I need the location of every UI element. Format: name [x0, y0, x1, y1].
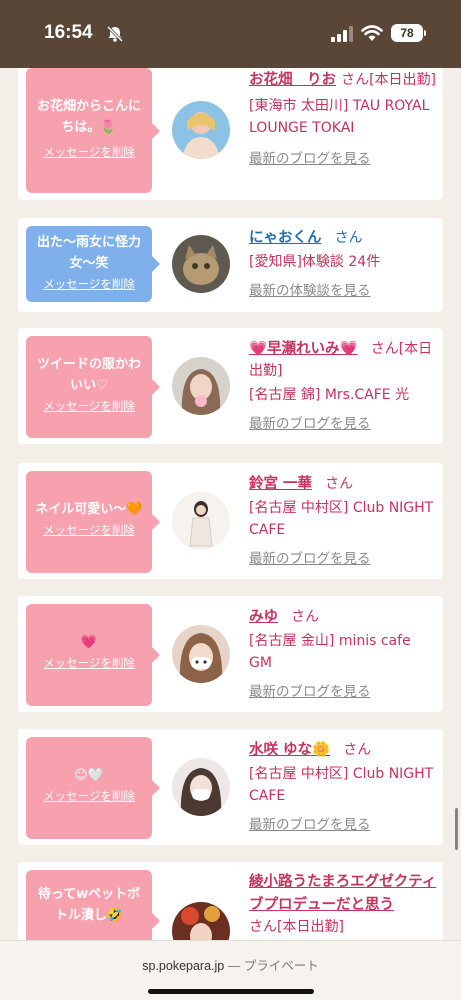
message-bubble: お花畑からこんにちは。🌷 メッセージを削除 — [26, 68, 160, 193]
scrollbar[interactable] — [455, 808, 458, 850]
honorific: さん — [370, 341, 399, 357]
honorific: さん — [341, 72, 370, 88]
profile-name-link[interactable]: 💗早瀬れいみ💗 — [249, 341, 358, 357]
review-count: [愛知県]体験談 24件 — [249, 254, 381, 270]
profile-name-link[interactable]: 水咲 ゆな🌼 — [249, 742, 330, 758]
message-text: 出た〜雨女に怪力女〜笑 — [36, 235, 141, 271]
attendance-tag: [本日出勤] — [369, 72, 437, 88]
delete-message-link[interactable]: メッセージを削除 — [26, 276, 152, 292]
message-text: ツイードの服かわいい♡ — [36, 357, 141, 393]
attendance-tag: [本日出勤] — [277, 919, 344, 935]
message-text: ☺🤍 — [74, 768, 104, 783]
wifi-icon — [361, 25, 383, 41]
home-indicator[interactable] — [148, 989, 314, 994]
delete-message-link[interactable]: メッセージを削除 — [26, 655, 152, 671]
list-item: ツイードの服かわいい♡ メッセージを削除 💗早瀬れいみ💗 さん[本日出勤] [名… — [18, 328, 443, 444]
delete-message-link[interactable]: メッセージを削除 — [26, 144, 152, 160]
url-display[interactable]: sp.pokepara.jp — プライベート — [0, 955, 461, 974]
message-text: 待ってwペットボトル潰し🤣 — [37, 887, 141, 923]
avatar[interactable] — [172, 492, 230, 550]
shop-name: [名古屋 中村区] Club NIGHT CAFE — [249, 766, 434, 804]
message-text: ネイル可愛い〜🧡 — [35, 502, 143, 517]
profile-name-link[interactable]: 鈴宮 一華 — [249, 476, 312, 492]
latest-blog-link[interactable]: 最新のブログを見る — [249, 412, 437, 432]
signal-icon — [331, 26, 353, 42]
avatar[interactable] — [172, 235, 230, 293]
profile-info: 綾小路うたまろエグゼクティブプロデューだと思う さん[本日出勤] — [249, 870, 437, 938]
message-bubble: ツイードの服かわいい♡ メッセージを削除 — [26, 336, 160, 438]
profile-info: お花畑 りお さん[本日出勤] [東海市 太田川] TAU ROYAL LOUN… — [249, 68, 437, 167]
url-separator: — — [227, 959, 241, 973]
latest-review-link[interactable]: 最新の体験談を見る — [249, 279, 437, 299]
profile-name-link[interactable]: にゃおくん — [249, 230, 322, 246]
private-mode-label: プライベート — [243, 959, 319, 973]
latest-blog-link[interactable]: 最新のブログを見る — [249, 547, 437, 567]
honorific: さん — [249, 919, 277, 935]
avatar[interactable] — [172, 101, 230, 159]
delete-message-link[interactable]: メッセージを削除 — [26, 398, 152, 414]
bell-muted-icon — [106, 25, 124, 43]
profile-info: にゃおくん さん [愛知県]体験談 24件 最新の体験談を見る — [249, 226, 437, 299]
browser-url-bar[interactable]: sp.pokepara.jp — プライベート — [0, 940, 461, 1000]
message-text: お花畑からこんにちは。🌷 — [36, 99, 141, 135]
honorific: さん — [291, 609, 320, 625]
profile-name-link[interactable]: お花畑 りお — [249, 72, 336, 88]
profile-info: 💗早瀬れいみ💗 さん[本日出勤] [名古屋 錦] Mrs.CAFE 光 最新のブ… — [249, 337, 437, 432]
message-bubble: 出た〜雨女に怪力女〜笑 メッセージを削除 — [26, 226, 160, 302]
shop-name: [東海市 太田川] TAU ROYAL LOUNGE TOKAI — [249, 98, 430, 136]
honorific: さん — [343, 742, 372, 758]
latest-blog-link[interactable]: 最新のブログを見る — [249, 680, 437, 700]
list-item: ネイル可愛い〜🧡 メッセージを削除 鈴宮 一華 さん [名古屋 中村区] Clu… — [18, 463, 443, 579]
avatar[interactable] — [172, 357, 230, 415]
profile-info: みゆ さん [名古屋 金山] minis cafe GM 最新のブログを見る — [249, 605, 437, 700]
avatar[interactable] — [172, 758, 230, 816]
message-bubble: 💗 メッセージを削除 — [26, 604, 160, 706]
delete-message-link[interactable]: メッセージを削除 — [26, 788, 152, 804]
shop-name: [名古屋 錦] Mrs.CAFE 光 — [249, 387, 410, 403]
list-item: お花畑からこんにちは。🌷 メッセージを削除 お花畑 りお さん[本日出勤] [東… — [18, 54, 443, 200]
honorific: さん — [325, 476, 354, 492]
honorific: さん — [334, 230, 363, 246]
profile-name-link[interactable]: 綾小路うたまろエグゼクティブプロデューだと思う — [249, 874, 436, 913]
profile-info: 鈴宮 一華 さん [名古屋 中村区] Club NIGHT CAFE 最新のブロ… — [249, 472, 437, 567]
latest-blog-link[interactable]: 最新のブログを見る — [249, 813, 437, 833]
shop-name: [名古屋 中村区] Club NIGHT CAFE — [249, 500, 434, 538]
list-item: ☺🤍 メッセージを削除 水咲 ゆな🌼 さん [名古屋 中村区] Club NIG… — [18, 729, 443, 845]
message-bubble: ☺🤍 メッセージを削除 — [26, 737, 160, 839]
list-item: 出た〜雨女に怪力女〜笑 メッセージを削除 にゃおくん さん [愛知県]体験談 2… — [18, 218, 443, 312]
status-time: 16:54 — [44, 22, 93, 43]
message-bubble: ネイル可愛い〜🧡 メッセージを削除 — [26, 471, 160, 573]
delete-message-link[interactable]: メッセージを削除 — [26, 522, 152, 538]
profile-name-link[interactable]: みゆ — [249, 609, 278, 625]
message-text: 💗 — [80, 635, 98, 650]
avatar[interactable] — [172, 625, 230, 683]
url-domain: sp.pokepara.jp — [142, 959, 225, 973]
list-item: 💗 メッセージを削除 みゆ さん [名古屋 金山] minis cafe GM … — [18, 596, 443, 712]
profile-info: 水咲 ゆな🌼 さん [名古屋 中村区] Club NIGHT CAFE 最新のブ… — [249, 738, 437, 833]
latest-blog-link[interactable]: 最新のブログを見る — [249, 147, 437, 167]
shop-name: [名古屋 金山] minis cafe GM — [249, 633, 411, 671]
battery-icon: 78 — [391, 24, 426, 42]
status-bar: 16:54 78 — [0, 0, 461, 68]
